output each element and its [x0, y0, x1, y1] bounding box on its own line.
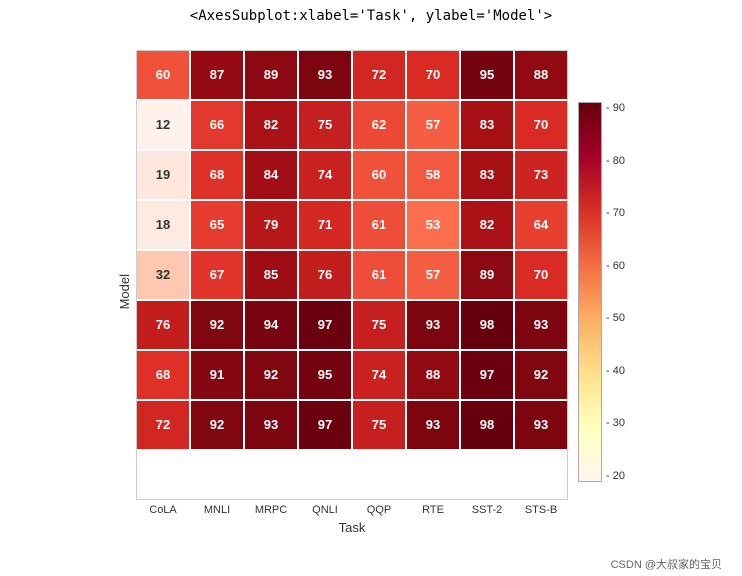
heatmap-cell: 87	[191, 51, 243, 99]
heatmap-cell: 68	[137, 351, 189, 399]
y-axis-label: Model	[117, 274, 132, 309]
colorbar-tick: - 30	[606, 417, 625, 429]
colorbar-tick: - 50	[606, 312, 625, 324]
heatmap-cell: 76	[137, 301, 189, 349]
heatmap-cell: 91	[191, 351, 243, 399]
colorbar-tick: - 40	[606, 365, 625, 377]
heatmap-cell: 85	[245, 251, 297, 299]
heatmap-cell: 74	[353, 351, 405, 399]
heatmap-cell: 75	[353, 301, 405, 349]
heatmap-cell: 98	[461, 301, 513, 349]
heatmap-cell: 92	[515, 351, 567, 399]
colorbar-row: - 90 - 80 - 70 - 60 - 50 - 40 - 30 - 20	[578, 102, 625, 482]
heatmap-cell: 88	[515, 51, 567, 99]
heatmap-cell: 74	[299, 151, 351, 199]
x-label-item: MRPC	[245, 504, 297, 516]
x-axis-title: Task	[339, 520, 366, 535]
heatmap-cell: 89	[245, 51, 297, 99]
colorbar-tick: - 80	[606, 155, 625, 167]
heatmap-cell: 82	[245, 101, 297, 149]
heatmap-cell: 93	[245, 401, 297, 449]
heatmap-cell: 66	[191, 101, 243, 149]
watermark: CSDN @大叔家的宝贝	[0, 556, 742, 576]
heatmap-cell: 93	[515, 301, 567, 349]
heatmap-cell: 19	[137, 151, 189, 199]
heatmap-cell: 61	[353, 251, 405, 299]
heatmap-cell: 65	[191, 201, 243, 249]
heatmap-container: 6087899372709588126682756257837019688474…	[136, 50, 568, 535]
heatmap-cell: 58	[407, 151, 459, 199]
chart-title: <AxesSubplot:xlabel='Task', ylabel='Mode…	[0, 0, 742, 28]
x-label-item: QQP	[353, 504, 405, 516]
heatmap-cell: 72	[353, 51, 405, 99]
x-label-item: MNLI	[191, 504, 243, 516]
heatmap-cell: 72	[137, 401, 189, 449]
heatmap-cell: 79	[245, 201, 297, 249]
colorbar-tick: - 70	[606, 207, 625, 219]
heatmap-cell: 82	[461, 201, 513, 249]
heatmap-cell: 76	[299, 251, 351, 299]
heatmap-cell: 67	[191, 251, 243, 299]
colorbar-tick: - 60	[606, 260, 625, 272]
heatmap-cell: 75	[299, 101, 351, 149]
heatmap-cell: 98	[461, 401, 513, 449]
x-label-item: SST-2	[461, 504, 513, 516]
heatmap-cell: 57	[407, 101, 459, 149]
heatmap-cell: 92	[245, 351, 297, 399]
heatmap-cell: 97	[299, 401, 351, 449]
heatmap-cell: 92	[191, 301, 243, 349]
heatmap-cell: 53	[407, 201, 459, 249]
heatmap-grid: 6087899372709588126682756257837019688474…	[136, 50, 568, 500]
heatmap-cell: 75	[353, 401, 405, 449]
heatmap-cell: 12	[137, 101, 189, 149]
heatmap-cell: 83	[461, 151, 513, 199]
heatmap-cell: 95	[299, 351, 351, 399]
chart-area: Model 6087899372709588126682756257837019…	[0, 28, 742, 556]
colorbar	[578, 102, 602, 482]
heatmap-cell: 61	[353, 201, 405, 249]
heatmap-cell: 89	[461, 251, 513, 299]
right-section: - 90 - 80 - 70 - 60 - 50 - 40 - 30 - 20	[578, 102, 625, 482]
heatmap-cell: 64	[515, 201, 567, 249]
heatmap-cell: 57	[407, 251, 459, 299]
heatmap-cell: 70	[515, 101, 567, 149]
heatmap-cell: 94	[245, 301, 297, 349]
heatmap-cell: 84	[245, 151, 297, 199]
heatmap-cell: 95	[461, 51, 513, 99]
heatmap-cell: 92	[191, 401, 243, 449]
colorbar-tick: - 90	[606, 102, 625, 114]
colorbar-labels: - 90 - 80 - 70 - 60 - 50 - 40 - 30 - 20	[606, 102, 625, 482]
heatmap-cell: 93	[299, 51, 351, 99]
heatmap-cell: 68	[191, 151, 243, 199]
x-labels: CoLAMNLIMRPCQNLIQQPRTESST-2STS-B	[136, 504, 568, 516]
heatmap-cell: 97	[299, 301, 351, 349]
heatmap-cell: 71	[299, 201, 351, 249]
heatmap-cell: 97	[461, 351, 513, 399]
heatmap-cell: 88	[407, 351, 459, 399]
x-label-item: CoLA	[137, 504, 189, 516]
heatmap-cell: 73	[515, 151, 567, 199]
x-label-item: STS-B	[515, 504, 567, 516]
x-label-item: RTE	[407, 504, 459, 516]
heatmap-cell: 83	[461, 101, 513, 149]
heatmap-cell: 93	[407, 401, 459, 449]
colorbar-tick: - 20	[606, 470, 625, 482]
heatmap-cell: 18	[137, 201, 189, 249]
heatmap-cell: 62	[353, 101, 405, 149]
heatmap-cell: 70	[515, 251, 567, 299]
heatmap-cell: 60	[137, 51, 189, 99]
heatmap-cell: 32	[137, 251, 189, 299]
heatmap-cell: 93	[515, 401, 567, 449]
heatmap-cell: 93	[407, 301, 459, 349]
x-label-item: QNLI	[299, 504, 351, 516]
heatmap-cell: 60	[353, 151, 405, 199]
heatmap-cell: 70	[407, 51, 459, 99]
